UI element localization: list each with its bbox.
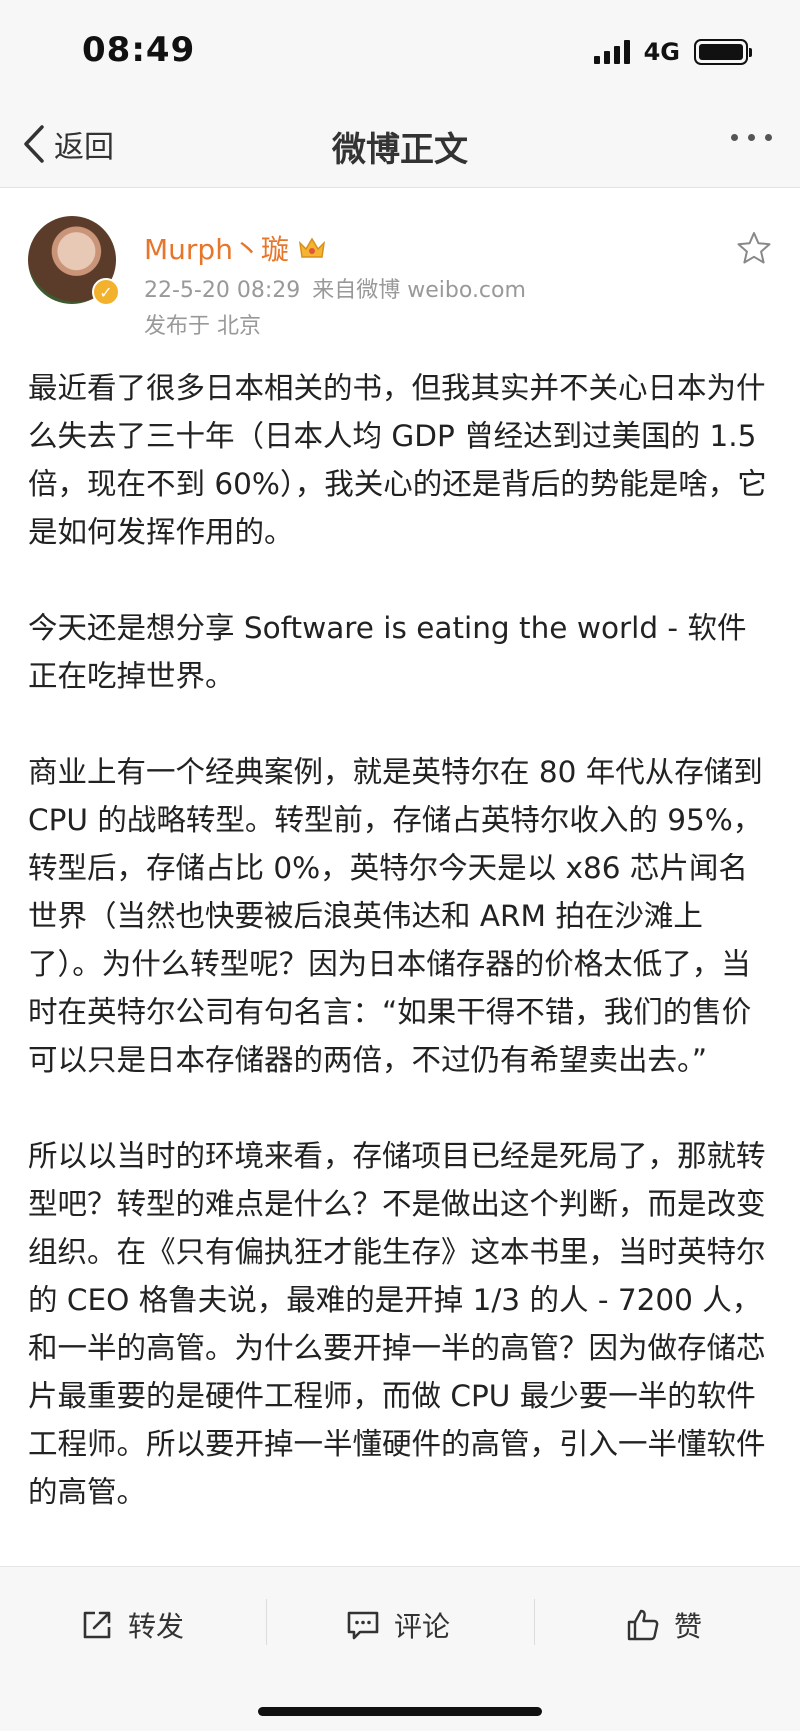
page-title: 微博正文 (332, 130, 468, 170)
like-label: 赞 (674, 1610, 703, 1643)
post-content: 最近看了很多日本相关的书，但我其实并不关心日本为什么失去了三十年（日本人均 GD… (28, 364, 774, 1564)
verified-badge-icon: ✓ (92, 278, 120, 306)
username: Murph丶璇 (144, 233, 289, 266)
divider (266, 1599, 267, 1645)
post-location: 发布于 北京 (144, 314, 261, 339)
repost-button[interactable]: 转发 (80, 1597, 184, 1653)
more-options-icon[interactable] (731, 134, 772, 141)
status-time: 08:49 (82, 30, 196, 70)
thumbs-up-icon (627, 1609, 659, 1641)
post-paragraph: 所以以当时的环境来看，存储项目已经是死局了，那就转型吧？转型的难点是什么？不是做… (28, 1139, 766, 1509)
avatar[interactable]: ✓ (28, 216, 120, 306)
comment-icon (347, 1611, 379, 1640)
network-label: 4G (643, 38, 680, 66)
comment-label: 评论 (394, 1610, 451, 1643)
post-paragraph: 商业上有一个经典案例，就是英特尔在 80 年代从存储到 CPU 的战略转型。转型… (28, 755, 763, 1077)
status-bar: 08:49 4G (0, 0, 800, 100)
username-link[interactable]: Murph丶璇 (144, 228, 327, 268)
post-meta: 22-5-20 08:29 来自微博 weibo.com (144, 272, 538, 304)
comment-button[interactable]: 评论 (346, 1597, 450, 1653)
post-header: ✓ Murph丶璇 22-5-20 08:29 来自微博 weibo.com 发布… (28, 216, 772, 346)
repost-label: 转发 (128, 1610, 185, 1643)
home-indicator (258, 1707, 542, 1716)
post-paragraph: 最近看了很多日本相关的书，但我其实并不关心日本为什么失去了三十年（日本人均 GD… (28, 371, 767, 549)
post-paragraph: 今天还是想分享 Software is eating the world - 软… (28, 611, 747, 693)
action-bar: 转发 评论 赞 (0, 1566, 800, 1731)
star-icon[interactable] (736, 230, 772, 266)
post-source: 来自微博 weibo.com (312, 278, 526, 303)
crown-icon (298, 237, 325, 258)
status-icons: 4G (593, 38, 752, 66)
battery-icon (694, 39, 752, 65)
post-date: 22-5-20 08:29 (144, 278, 301, 303)
like-button[interactable]: 赞 (626, 1597, 702, 1653)
divider (534, 1599, 535, 1645)
nav-bar: 返回 微博正文 (0, 100, 800, 188)
signal-icon (593, 40, 630, 64)
share-icon (83, 1611, 111, 1639)
